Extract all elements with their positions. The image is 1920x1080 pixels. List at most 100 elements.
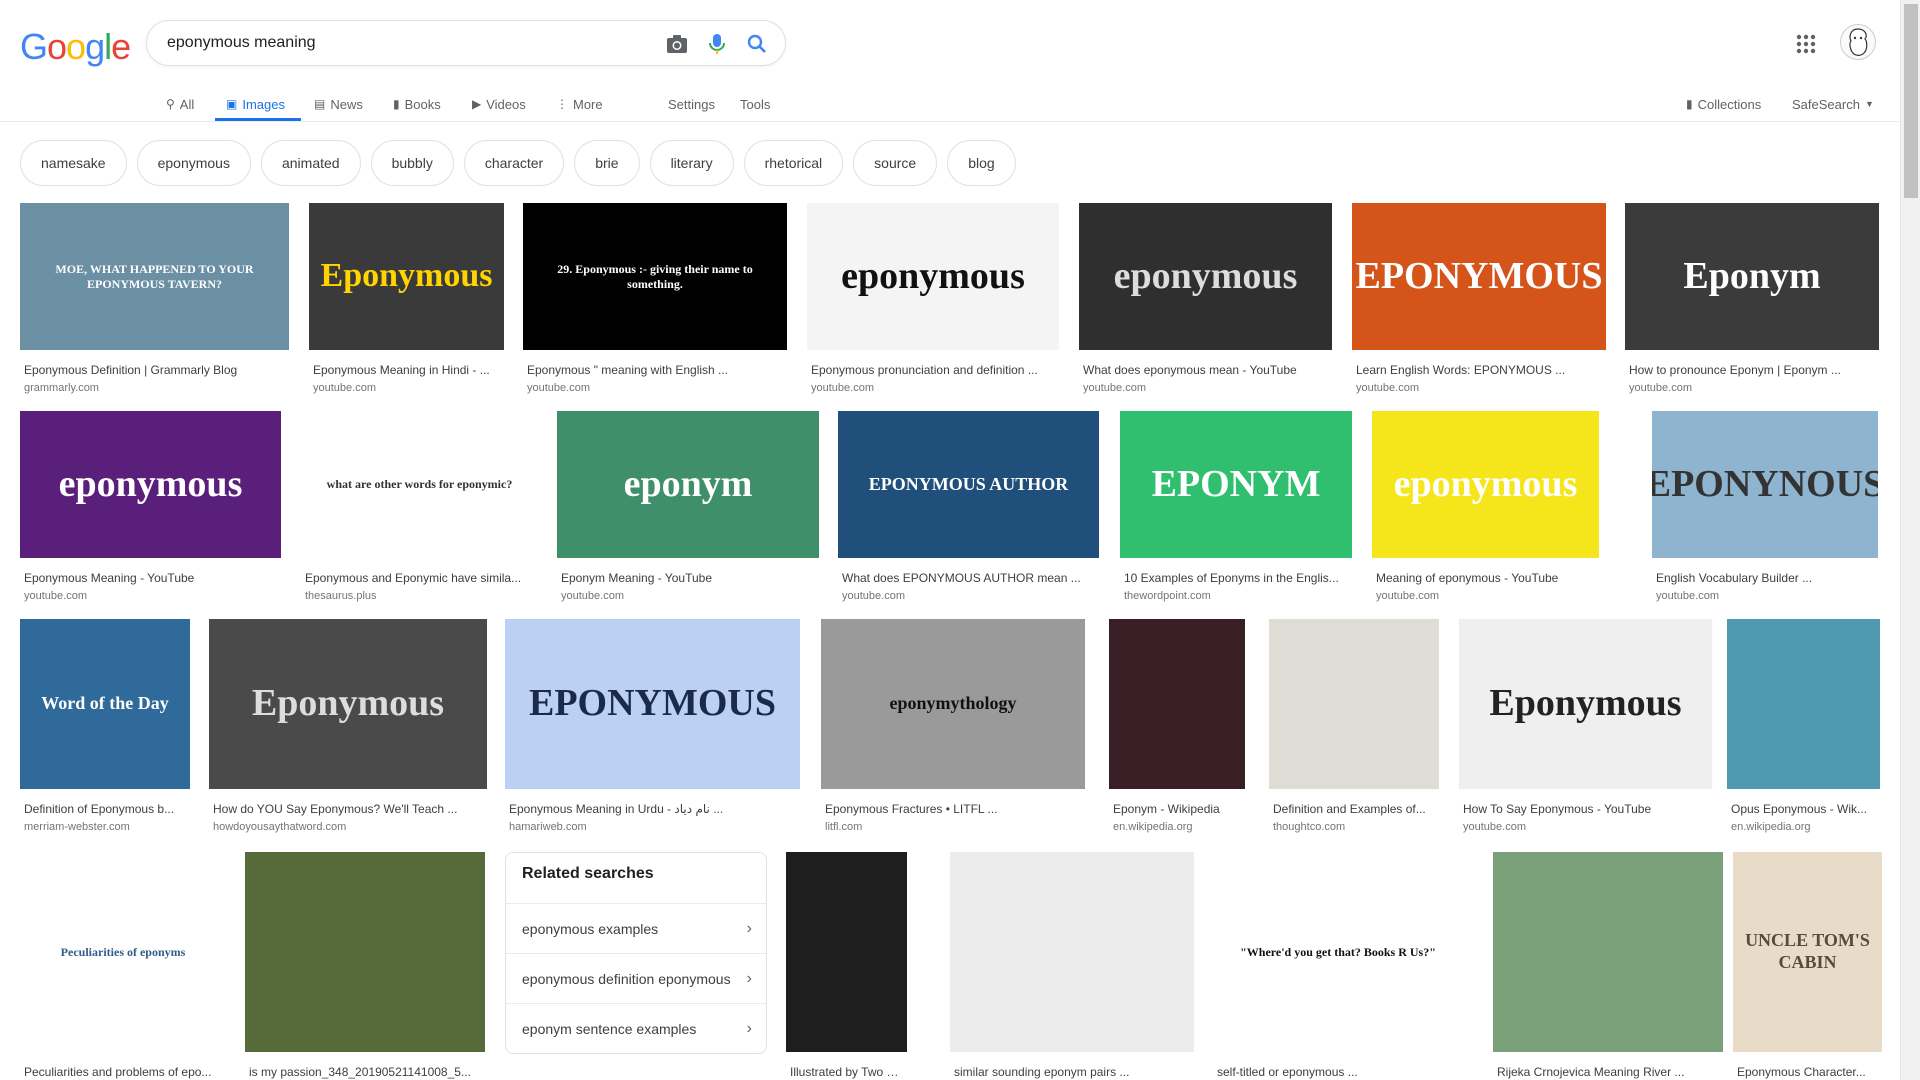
image-caption[interactable]: Eponymous and Eponymic have simila... xyxy=(305,571,536,585)
image-source[interactable]: en.wikipedia.org xyxy=(1731,821,1878,833)
image-caption[interactable]: What does eponymous mean - YouTube xyxy=(1083,363,1330,377)
image-source[interactable]: youtube.com xyxy=(313,382,502,394)
image-source[interactable]: thewordpoint.com xyxy=(1124,590,1350,602)
related-search-item[interactable]: eponymous examples › xyxy=(506,903,766,953)
tab-all[interactable]: ⚲ All xyxy=(166,92,194,116)
image-source[interactable]: youtube.com xyxy=(24,590,279,602)
image-result[interactable]: similar sounding eponym pairs ... xyxy=(950,852,1194,1080)
image-result[interactable]: Definition and Examples of... thoughtco.c… xyxy=(1269,619,1439,839)
image-result[interactable]: 29. Eponymous :- giving their name to so… xyxy=(523,203,787,400)
image-caption[interactable]: How to pronounce Eponym | Eponym ... xyxy=(1629,363,1877,377)
image-source[interactable]: youtube.com xyxy=(1376,590,1597,602)
image-thumbnail[interactable]: eponymous xyxy=(1079,203,1332,350)
image-result[interactable]: eponym Eponym Meaning - YouTube youtube.co… xyxy=(557,411,819,608)
image-caption[interactable]: Definition and Examples of... xyxy=(1273,802,1437,816)
image-thumbnail[interactable] xyxy=(950,852,1194,1052)
image-result[interactable]: EPONYNOUS English Vocabulary Builder ... y… xyxy=(1652,411,1878,608)
image-source[interactable]: youtube.com xyxy=(1083,382,1330,394)
image-source[interactable]: grammarly.com xyxy=(24,382,287,394)
search-input[interactable] xyxy=(167,32,647,54)
image-thumbnail[interactable] xyxy=(1269,619,1439,789)
image-source[interactable]: youtube.com xyxy=(527,382,785,394)
image-thumbnail[interactable]: MOE, WHAT HAPPENED TO YOUR EPONYMOUS TAV… xyxy=(20,203,289,350)
image-thumbnail[interactable]: Eponymous xyxy=(209,619,487,789)
image-result[interactable]: is my passion_348_20190521141008_5... xyxy=(245,852,485,1080)
image-thumbnail[interactable]: "Where'd you get that? Books R Us?" xyxy=(1213,852,1463,1052)
image-thumbnail[interactable]: UNCLE TOM'S CABIN xyxy=(1733,852,1882,1052)
image-thumbnail[interactable]: eponymythology xyxy=(821,619,1085,789)
image-result[interactable]: eponymous What does eponymous mean - YouT… xyxy=(1079,203,1332,400)
image-thumbnail[interactable] xyxy=(1109,619,1245,789)
image-source[interactable]: merriam-webster.com xyxy=(24,821,188,833)
image-thumbnail[interactable]: EPONYMOUS xyxy=(1352,203,1606,350)
image-source[interactable]: en.wikipedia.org xyxy=(1113,821,1243,833)
suggestion-chip[interactable]: source xyxy=(853,140,938,186)
image-source[interactable]: youtube.com xyxy=(811,382,1057,394)
search-icon[interactable] xyxy=(745,32,769,56)
tab-images[interactable]: ▣ Images xyxy=(226,92,285,116)
image-caption[interactable]: Eponymous Meaning in Hindi - ... xyxy=(313,363,502,377)
image-thumbnail[interactable]: Eponymous xyxy=(1459,619,1712,789)
image-caption[interactable]: Eponymous Meaning - YouTube xyxy=(24,571,279,585)
image-caption[interactable]: Eponymous Fractures • LITFL ... xyxy=(825,802,1083,816)
image-caption[interactable]: Eponymous Meaning in Urdu - نام دیاد ... xyxy=(509,802,798,816)
page-scrollbar[interactable] xyxy=(1900,0,1920,1080)
image-thumbnail[interactable]: Peculiarities of eponyms xyxy=(20,852,226,1052)
image-thumbnail[interactable]: EPONYNOUS xyxy=(1652,411,1878,558)
suggestion-chip[interactable]: literary xyxy=(649,140,734,186)
image-caption[interactable]: Definition of Eponymous b... xyxy=(24,802,188,816)
image-result[interactable]: Opus Eponymous - Wik... en.wikipedia.org xyxy=(1727,619,1880,839)
image-source[interactable]: litfl.com xyxy=(825,821,1083,833)
suggestion-chip[interactable]: character xyxy=(463,140,565,186)
image-caption[interactable]: Illustrated by Two Epo... xyxy=(790,1065,905,1079)
image-result[interactable]: Rijeka Crnojevica Meaning River ... xyxy=(1493,852,1723,1080)
suggestion-chip[interactable]: brie xyxy=(574,140,640,186)
image-caption[interactable]: Eponymous " meaning with English ... xyxy=(527,363,785,377)
suggestion-chip[interactable]: rhetorical xyxy=(743,140,844,186)
image-thumbnail[interactable]: eponymous xyxy=(807,203,1059,350)
image-thumbnail[interactable]: Word of the Day xyxy=(20,619,190,789)
image-caption[interactable]: What does EPONYMOUS AUTHOR mean ... xyxy=(842,571,1097,585)
image-caption[interactable]: How do YOU Say Eponymous? We'll Teach ..… xyxy=(213,802,485,816)
image-source[interactable]: youtube.com xyxy=(842,590,1097,602)
tab-videos[interactable]: ▶ Videos xyxy=(472,92,526,116)
image-source[interactable]: hamariweb.com xyxy=(509,821,798,833)
suggestion-chip[interactable]: blog xyxy=(947,140,1016,186)
image-thumbnail[interactable]: 29. Eponymous :- giving their name to so… xyxy=(523,203,787,350)
image-thumbnail[interactable]: EPONYMOUS xyxy=(505,619,800,789)
image-result[interactable]: EPONYMOUS Eponymous Meaning in Urdu - نام… xyxy=(505,619,800,839)
tab-news[interactable]: ▤ News xyxy=(314,92,363,116)
image-thumbnail[interactable] xyxy=(245,852,485,1052)
image-caption[interactable]: Eponymous Character... xyxy=(1737,1065,1880,1079)
image-result[interactable]: EPONYMOUS Learn English Words: EPONYMOUS … xyxy=(1352,203,1606,400)
tab-books[interactable]: ▮ Books xyxy=(393,92,441,116)
camera-icon[interactable] xyxy=(665,32,689,56)
suggestion-chip[interactable]: bubbly xyxy=(370,140,454,186)
tab-more[interactable]: ⋮ More xyxy=(556,92,603,116)
scrollbar-thumb[interactable] xyxy=(1904,4,1918,198)
image-result[interactable]: Eponymous How do YOU Say Eponymous? We'll… xyxy=(209,619,487,839)
image-caption[interactable]: self-titled or eponymous ... xyxy=(1217,1065,1461,1079)
image-thumbnail[interactable]: Eponym xyxy=(1625,203,1879,350)
tools-link[interactable]: Tools xyxy=(740,92,770,116)
image-caption[interactable]: Eponymous Definition | Grammarly Blog xyxy=(24,363,287,377)
settings-link[interactable]: Settings xyxy=(668,92,715,116)
image-result[interactable]: eponymous Eponymous pronunciation and def… xyxy=(807,203,1059,400)
image-thumbnail[interactable] xyxy=(1727,619,1880,789)
image-result[interactable]: eponymous Meaning of eponymous - YouTube y… xyxy=(1372,411,1599,608)
image-source[interactable]: youtube.com xyxy=(1629,382,1877,394)
image-result[interactable]: Illustrated by Two Epo... xyxy=(786,852,907,1080)
image-caption[interactable]: Rijeka Crnojevica Meaning River ... xyxy=(1497,1065,1721,1079)
suggestion-chip[interactable]: animated xyxy=(260,140,361,186)
image-caption[interactable]: Eponym - Wikipedia xyxy=(1113,802,1243,816)
image-caption[interactable]: similar sounding eponym pairs ... xyxy=(954,1065,1192,1079)
image-source[interactable]: youtube.com xyxy=(561,590,817,602)
image-source[interactable]: thoughtco.com xyxy=(1273,821,1437,833)
image-result[interactable]: EPONYM 10 Examples of Eponyms in the Engl… xyxy=(1120,411,1352,608)
image-result[interactable]: MOE, WHAT HAPPENED TO YOUR EPONYMOUS TAV… xyxy=(20,203,289,400)
image-thumbnail[interactable]: eponymous xyxy=(20,411,281,558)
image-caption[interactable]: English Vocabulary Builder ... xyxy=(1656,571,1876,585)
image-caption[interactable]: 10 Examples of Eponyms in the Englis... xyxy=(1124,571,1350,585)
image-result[interactable]: what are other words for eponymic? Eponym… xyxy=(301,411,538,608)
image-source[interactable]: thesaurus.plus xyxy=(305,590,536,602)
